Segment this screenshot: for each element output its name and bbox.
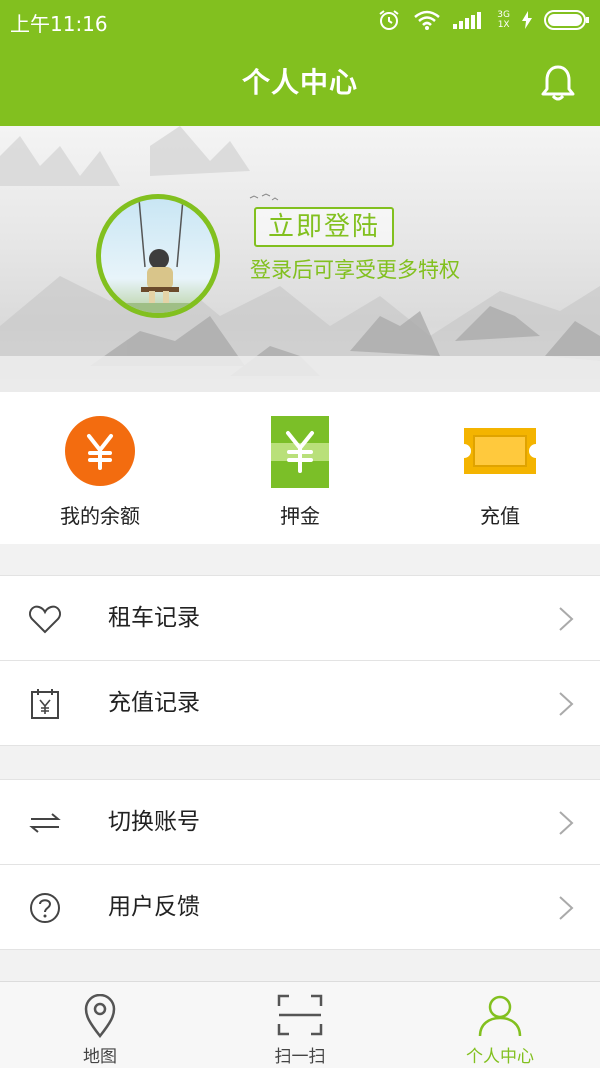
charging-icon	[522, 11, 532, 29]
rental-records-label: 租车记录	[108, 605, 200, 631]
chevron-right-icon	[559, 896, 574, 920]
tab-map-label: 地图	[83, 1047, 117, 1067]
balance-label: 我的余额	[60, 504, 140, 528]
menu-group-records: 租车记录 充值记录	[0, 575, 600, 746]
tab-map[interactable]: 地图	[0, 982, 200, 1068]
recharge-records-row[interactable]: 充值记录	[0, 660, 600, 745]
switch-account-row[interactable]: 切换账号	[0, 780, 600, 864]
network-type: 3G 1X	[497, 10, 510, 30]
recharge-item[interactable]: 充值	[400, 392, 600, 544]
battery-icon	[544, 10, 589, 30]
login-hint: 登录后可享受更多特权	[250, 258, 460, 282]
wallet-section: 我的余额 押金 充值	[0, 392, 600, 544]
map-pin-icon	[84, 994, 116, 1038]
rental-records-row[interactable]: 租车记录	[0, 576, 600, 660]
login-button[interactable]: 立即登陆	[254, 207, 394, 247]
tab-profile[interactable]: 个人中心	[400, 982, 600, 1068]
network-top-label: 3G	[497, 10, 510, 20]
status-bar: 上午11:16 3G 1X	[0, 0, 600, 40]
yen-card-icon	[271, 416, 329, 488]
bottom-tab-bar: 地图 扫一扫 个人中心	[0, 981, 600, 1068]
balance-item[interactable]: 我的余额	[0, 392, 200, 544]
signal-icon	[453, 12, 482, 29]
recharge-records-label: 充值记录	[108, 690, 200, 716]
avatar-swing-illustration	[101, 199, 215, 313]
deposit-label: 押金	[280, 504, 320, 528]
chevron-right-icon	[559, 692, 574, 716]
ticket-icon	[464, 428, 536, 474]
tab-scan-label: 扫一扫	[274, 1047, 326, 1067]
feedback-row[interactable]: 用户反馈	[0, 864, 600, 949]
tab-profile-label: 个人中心	[466, 1047, 534, 1067]
network-bottom-label: 1X	[497, 20, 510, 30]
heart-icon	[29, 605, 61, 634]
switch-account-label: 切换账号	[108, 809, 200, 835]
menu-group-account: 切换账号 用户反馈	[0, 779, 600, 950]
deposit-item[interactable]: 押金	[200, 392, 400, 544]
chevron-right-icon	[559, 811, 574, 835]
profile-banner: 立即登陆 登录后可享受更多特权	[0, 126, 600, 392]
alarm-icon	[379, 10, 399, 30]
avatar[interactable]	[96, 194, 220, 318]
yen-circle-icon	[65, 416, 135, 486]
scan-icon	[277, 994, 323, 1036]
feedback-label: 用户反馈	[108, 894, 200, 920]
tab-scan[interactable]: 扫一扫	[200, 982, 400, 1068]
wifi-icon	[414, 10, 441, 30]
swap-arrows-icon	[29, 813, 61, 833]
question-circle-icon	[30, 893, 60, 923]
page-title: 个人中心	[241, 66, 358, 99]
bell-icon[interactable]	[540, 64, 576, 102]
recharge-label: 充值	[480, 504, 520, 528]
nav-bar: 个人中心	[0, 40, 600, 126]
chevron-right-icon	[559, 607, 574, 631]
status-time: 上午11:16	[10, 12, 108, 36]
person-icon	[478, 995, 522, 1037]
calendar-yen-icon	[31, 689, 59, 719]
status-icons: 3G 1X	[377, 8, 590, 32]
